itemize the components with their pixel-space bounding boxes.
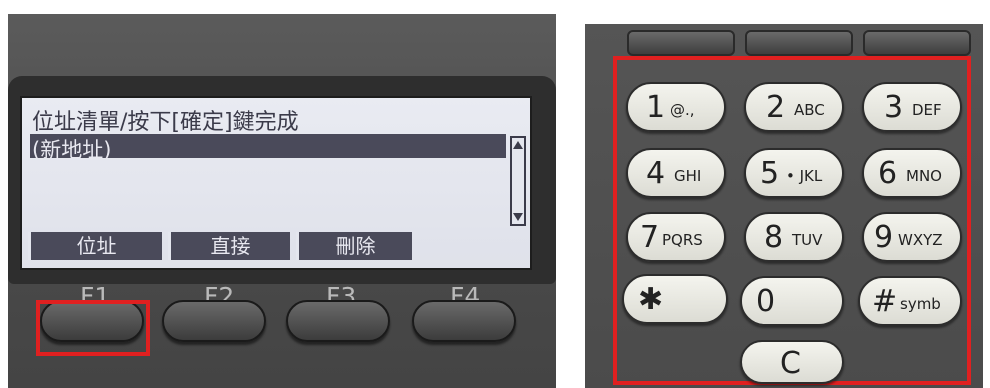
key-5[interactable]: 5 • JKL (744, 148, 844, 198)
address-list-item-selected[interactable]: (新地址) (30, 134, 506, 162)
f2-button[interactable] (162, 300, 266, 342)
top-button-2[interactable] (745, 30, 853, 56)
key-1[interactable]: 1 @., (626, 82, 726, 132)
top-button-1[interactable] (627, 30, 735, 56)
f1-highlight-box (36, 300, 150, 356)
lcd-softkey-bar: 位址 直接 刪除 (28, 232, 428, 260)
top-button-3[interactable] (863, 30, 971, 56)
softkey-direct: 直接 (168, 232, 290, 260)
asterisk-icon: ✱ (638, 282, 664, 317)
lcd-scrollbar (510, 136, 526, 226)
f3-button[interactable] (286, 300, 390, 342)
key-star[interactable]: ✱ (622, 274, 728, 324)
lcd-title: 位址清單/按下[確定]鍵完成 (32, 110, 299, 135)
key-0[interactable]: 0 (740, 276, 844, 326)
key-hash-symb[interactable]: # symb (858, 276, 962, 326)
softkey-address: 位址 (28, 232, 162, 260)
lcd-screen: 位址清單/按下[確定]鍵完成 (新地址) 位址 直接 刪除 (20, 96, 532, 270)
key-2[interactable]: 2 ABC (744, 82, 844, 132)
key-9[interactable]: 9 WXYZ (862, 212, 962, 262)
key-6[interactable]: 6 MNO (862, 148, 962, 198)
key-3[interactable]: 3 DEF (862, 82, 962, 132)
f4-button[interactable] (412, 300, 516, 342)
scroll-down-arrow-icon (513, 213, 523, 221)
address-list-item-label: (新地址) (32, 138, 112, 162)
key-8[interactable]: 8 TUV (744, 212, 844, 262)
key-clear[interactable]: C (740, 340, 844, 384)
key-4[interactable]: 4 GHI (626, 148, 726, 198)
softkey-delete: 刪除 (296, 232, 412, 260)
key-7[interactable]: 7 PQRS (626, 212, 726, 262)
scroll-up-arrow-icon (513, 141, 523, 149)
